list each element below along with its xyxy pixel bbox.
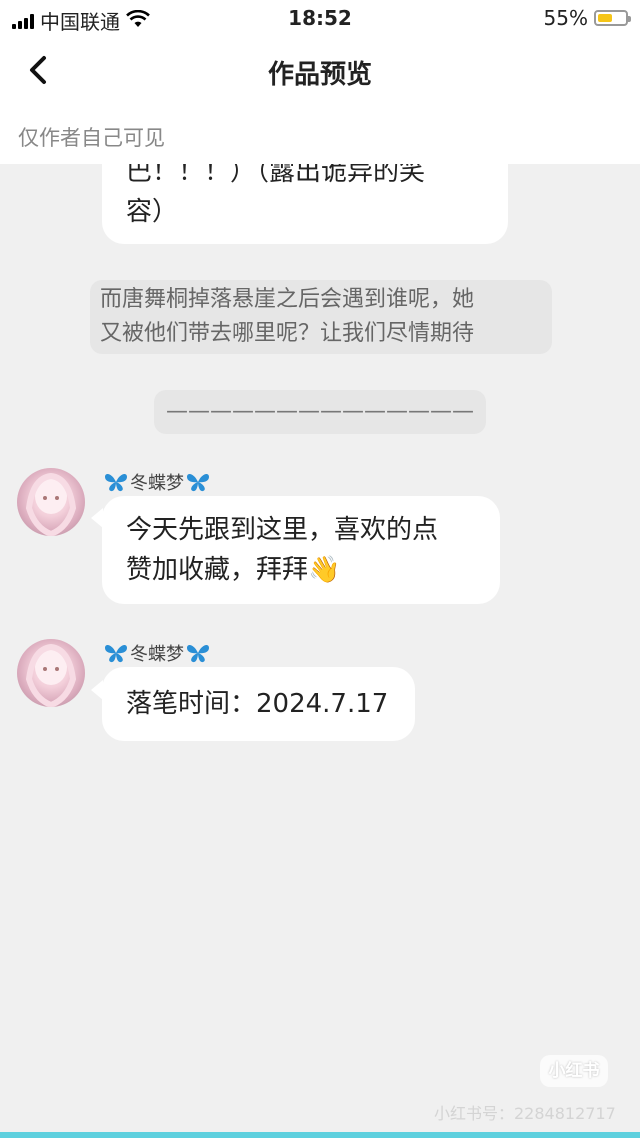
status-right: 55%: [543, 6, 631, 30]
butterfly-icon: [105, 645, 127, 663]
battery-icon: [594, 10, 631, 26]
page-title: 作品预览: [267, 60, 372, 90]
avatar[interactable]: [17, 639, 85, 707]
divider-box: ——————————————: [154, 390, 486, 434]
chat-bubble: 今天先跟到这里，喜欢的点 赞加收藏，拜拜👋: [102, 496, 500, 604]
bubble-line: 容）: [126, 197, 179, 227]
battery-percent: 55%: [543, 6, 588, 30]
watermark-id: 小红书号：2284812717: [434, 1104, 616, 1123]
xiaohongshu-logo: 小红书: [540, 1055, 608, 1087]
butterfly-icon: [187, 645, 209, 663]
avatar[interactable]: [17, 468, 85, 536]
nav-header: 作品预览 仅作者自己可见: [0, 36, 640, 164]
visibility-note: 仅作者自己可见: [18, 126, 165, 150]
butterfly-icon: [105, 474, 127, 492]
narration-line: 而唐舞桐掉落悬崖之后会遇到谁呢，她: [100, 287, 475, 312]
status-bar: 中国联通 18:52 55%: [0, 0, 640, 36]
sender-label: 冬蝶梦: [130, 644, 184, 665]
narration-box: 而唐舞桐掉落悬崖之后会遇到谁呢，她 又被他们带去哪里呢？让我们尽情期待: [90, 280, 552, 354]
sender-label: 冬蝶梦: [130, 473, 184, 494]
chat-bubble: 落笔时间：2024.7.17: [102, 667, 415, 741]
sender-name: 冬蝶梦: [104, 640, 210, 666]
bubble-line: 落笔时间：2024.7.17: [126, 689, 389, 719]
butterfly-icon: [187, 474, 209, 492]
bubble-line: 今天先跟到这里，喜欢的点: [126, 515, 439, 545]
bubble-line: 赞加收藏，拜拜👋: [126, 555, 341, 585]
sender-name: 冬蝶梦: [104, 469, 210, 495]
bottom-accent-bar: [0, 1132, 640, 1138]
narration-line: 又被他们带去哪里呢？让我们尽情期待: [100, 321, 475, 346]
divider-text: ——————————————: [166, 399, 474, 424]
